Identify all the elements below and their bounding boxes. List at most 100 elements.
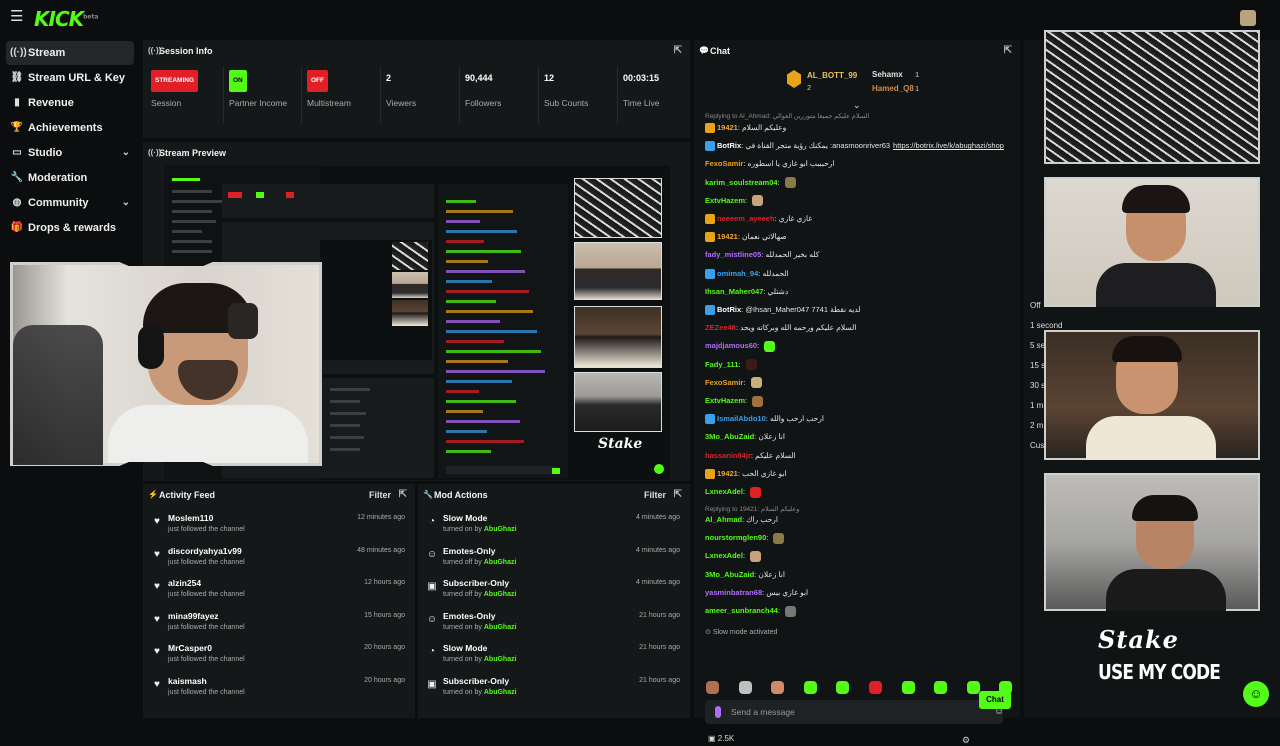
- activity-username[interactable]: Moslem110: [168, 513, 213, 523]
- chat-username[interactable]: BotRix: [717, 305, 741, 314]
- sidebar-item-moderation[interactable]: 🔧 Moderation: [6, 166, 134, 190]
- chat-username[interactable]: ZEZee48: [705, 323, 736, 332]
- chat-link[interactable]: https://botrix.live/k/abughazi/shop: [893, 141, 1004, 150]
- emote-icon[interactable]: [803, 681, 817, 694]
- chat-username[interactable]: 19421: [717, 123, 738, 132]
- activity-filter-button[interactable]: Filter: [369, 484, 391, 506]
- emote-icon[interactable]: [934, 681, 948, 694]
- emote-icon[interactable]: [901, 681, 915, 694]
- activity-row[interactable]: ♥ MrCasper0 just followed the channel 20 ho…: [151, 641, 405, 673]
- top-gifter-2[interactable]: Sehamx: [872, 70, 903, 79]
- mod-action-row[interactable]: ▣ Subscriber-Only turned on by AbuGhazi 21 …: [426, 674, 680, 706]
- chevron-down-icon[interactable]: ⌄: [853, 100, 861, 111]
- chat-username[interactable]: FexoSamir: [705, 378, 743, 387]
- chat-username[interactable]: ExtvHazem: [705, 196, 745, 205]
- mod-action-by[interactable]: AbuGhazi: [484, 526, 517, 533]
- partial-option[interactable]: 1 second: [1030, 321, 1062, 330]
- menu-icon[interactable]: ☰: [10, 9, 26, 24]
- activity-row[interactable]: ♥ alzin254 just followed the channel 12 hou…: [151, 576, 405, 608]
- mod-action-by[interactable]: AbuGhazi: [484, 591, 517, 598]
- popout-icon[interactable]: ⇱: [674, 40, 682, 62]
- chat-username[interactable]: ameer_sunbranch44: [705, 606, 778, 615]
- chat-username[interactable]: majdjamous60: [705, 341, 757, 350]
- help-chat-icon[interactable]: ☺: [1243, 681, 1269, 707]
- chat-username[interactable]: IsmailAbdo10: [717, 414, 766, 423]
- activity-username[interactable]: kaismash: [168, 676, 207, 686]
- emote-icon[interactable]: [966, 681, 980, 694]
- chat-username[interactable]: omimah_94: [717, 269, 758, 278]
- preview-stake-logo: Stake: [598, 436, 643, 452]
- emote-icon[interactable]: [869, 681, 882, 694]
- chat-username[interactable]: 3Mo_AbuZaid: [705, 570, 754, 579]
- activity-username[interactable]: mina99fayez: [168, 611, 219, 621]
- mod-action-by[interactable]: AbuGhazi: [484, 624, 517, 631]
- chat-username[interactable]: nourstormglen90: [705, 533, 766, 542]
- sidebar-item-revenue[interactable]: ▮ Revenue: [6, 91, 134, 115]
- top-gifter-3[interactable]: Hamed_Q8: [872, 84, 914, 93]
- partial-option[interactable]: 30 s: [1030, 381, 1045, 390]
- emote-icon[interactable]: [706, 681, 719, 694]
- sidebar-item-drops-rewards[interactable]: 🎁 Drops & rewards: [6, 216, 134, 240]
- mod-action-by[interactable]: AbuGhazi: [484, 656, 517, 663]
- chat-username[interactable]: 19421: [717, 469, 738, 478]
- chat-username[interactable]: yasminbatran68: [705, 588, 762, 597]
- chat-username[interactable]: Fady_111: [705, 360, 738, 369]
- chat-username[interactable]: LxnexAdel: [705, 487, 743, 496]
- activity-row[interactable]: ♥ discordyahya1v99 just followed the chann…: [151, 544, 405, 576]
- activity-username[interactable]: discordyahya1v99: [168, 546, 242, 556]
- mod-filter-button[interactable]: Filter: [644, 484, 666, 506]
- chevron-down-icon[interactable]: ⌄: [122, 141, 130, 165]
- activity-description: just followed the channel: [168, 688, 245, 696]
- emote-icon[interactable]: [836, 681, 850, 694]
- gear-icon[interactable]: ⚙: [962, 735, 970, 746]
- activity-row[interactable]: ♥ Moslem110 just followed the channel 12 mi…: [151, 511, 405, 543]
- chat-send-button[interactable]: Chat: [979, 691, 1011, 709]
- mod-action-row[interactable]: ☺ Emotes-Only turned on by AbuGhazi 21 hour…: [426, 609, 680, 641]
- chat-username[interactable]: ExtvHazem: [705, 396, 745, 405]
- activity-row[interactable]: ♥ mina99fayez just followed the channel 15 …: [151, 609, 405, 641]
- partial-option[interactable]: 15 s: [1030, 361, 1045, 370]
- partial-option[interactable]: 2 m: [1030, 421, 1043, 430]
- sidebar-item-studio[interactable]: ▭ Studio ⌄: [6, 141, 134, 165]
- mod-action-row[interactable]: ☺ Emotes-Only turned off by AbuGhazi 4 minu…: [426, 544, 680, 576]
- emote-icon[interactable]: [771, 681, 785, 694]
- mod-action-row[interactable]: ◔ Slow Mode turned on by AbuGhazi 4 minutes…: [426, 511, 680, 543]
- partial-option[interactable]: 5 se: [1030, 341, 1045, 350]
- chat-icon: 💬: [699, 46, 709, 55]
- chat-username[interactable]: LxnexAdel: [705, 551, 743, 560]
- kick-logo[interactable]: KICKbeta: [34, 7, 98, 31]
- chat-message-input[interactable]: Send a message: [705, 700, 1003, 724]
- mod-action-row[interactable]: ◔ Slow Mode turned on by AbuGhazi 21 hours …: [426, 641, 680, 673]
- chat-username[interactable]: 3Mo_AbuZaid: [705, 432, 754, 441]
- popout-icon[interactable]: ⇱: [1004, 40, 1012, 62]
- chat-username[interactable]: BotRix: [717, 141, 741, 150]
- chat-username[interactable]: Ihsan_Maher047: [705, 287, 763, 296]
- mic-icon[interactable]: [715, 706, 721, 718]
- sidebar-item-stream[interactable]: ((·)) Stream: [6, 41, 134, 65]
- sidebar-item-community[interactable]: ◍ Community ⌄: [6, 191, 134, 215]
- points-display[interactable]: ▣ 2.5K: [708, 734, 734, 743]
- chat-username[interactable]: neeeem_ayeeeh: [717, 214, 775, 223]
- mod-action-row[interactable]: ▣ Subscriber-Only turned off by AbuGhazi 4 …: [426, 576, 680, 608]
- partial-option[interactable]: 1 mi: [1030, 401, 1045, 410]
- user-avatar[interactable]: [1240, 10, 1256, 26]
- mod-action-by[interactable]: AbuGhazi: [484, 559, 517, 566]
- partial-option[interactable]: Off: [1030, 301, 1041, 310]
- popout-icon[interactable]: ⇱: [674, 484, 682, 506]
- chat-username[interactable]: Al_Ahmad: [705, 515, 742, 524]
- popout-icon[interactable]: ⇱: [399, 484, 407, 506]
- chat-username[interactable]: fady_mistline05: [705, 250, 761, 259]
- mod-action-by[interactable]: AbuGhazi: [484, 689, 517, 696]
- top-gifter-1[interactable]: AL_BOTT_99: [807, 71, 857, 80]
- activity-username[interactable]: alzin254: [168, 578, 201, 588]
- chat-username[interactable]: hassanin84jr: [705, 451, 751, 460]
- activity-username[interactable]: MrCasper0: [168, 643, 212, 653]
- chat-username[interactable]: karim_soulstream04: [705, 178, 778, 187]
- activity-row[interactable]: ♥ kaismash just followed the channel 20 hou…: [151, 674, 405, 706]
- chat-username[interactable]: FexoSamir: [705, 159, 743, 168]
- emote-icon[interactable]: [738, 681, 752, 694]
- chevron-down-icon[interactable]: ⌄: [122, 191, 130, 215]
- sidebar-item-achievements[interactable]: 🏆 Achievements: [6, 116, 134, 140]
- sidebar-item-stream-url-key[interactable]: ⛓ Stream URL & Key: [6, 66, 134, 90]
- chat-username[interactable]: 19421: [717, 232, 738, 241]
